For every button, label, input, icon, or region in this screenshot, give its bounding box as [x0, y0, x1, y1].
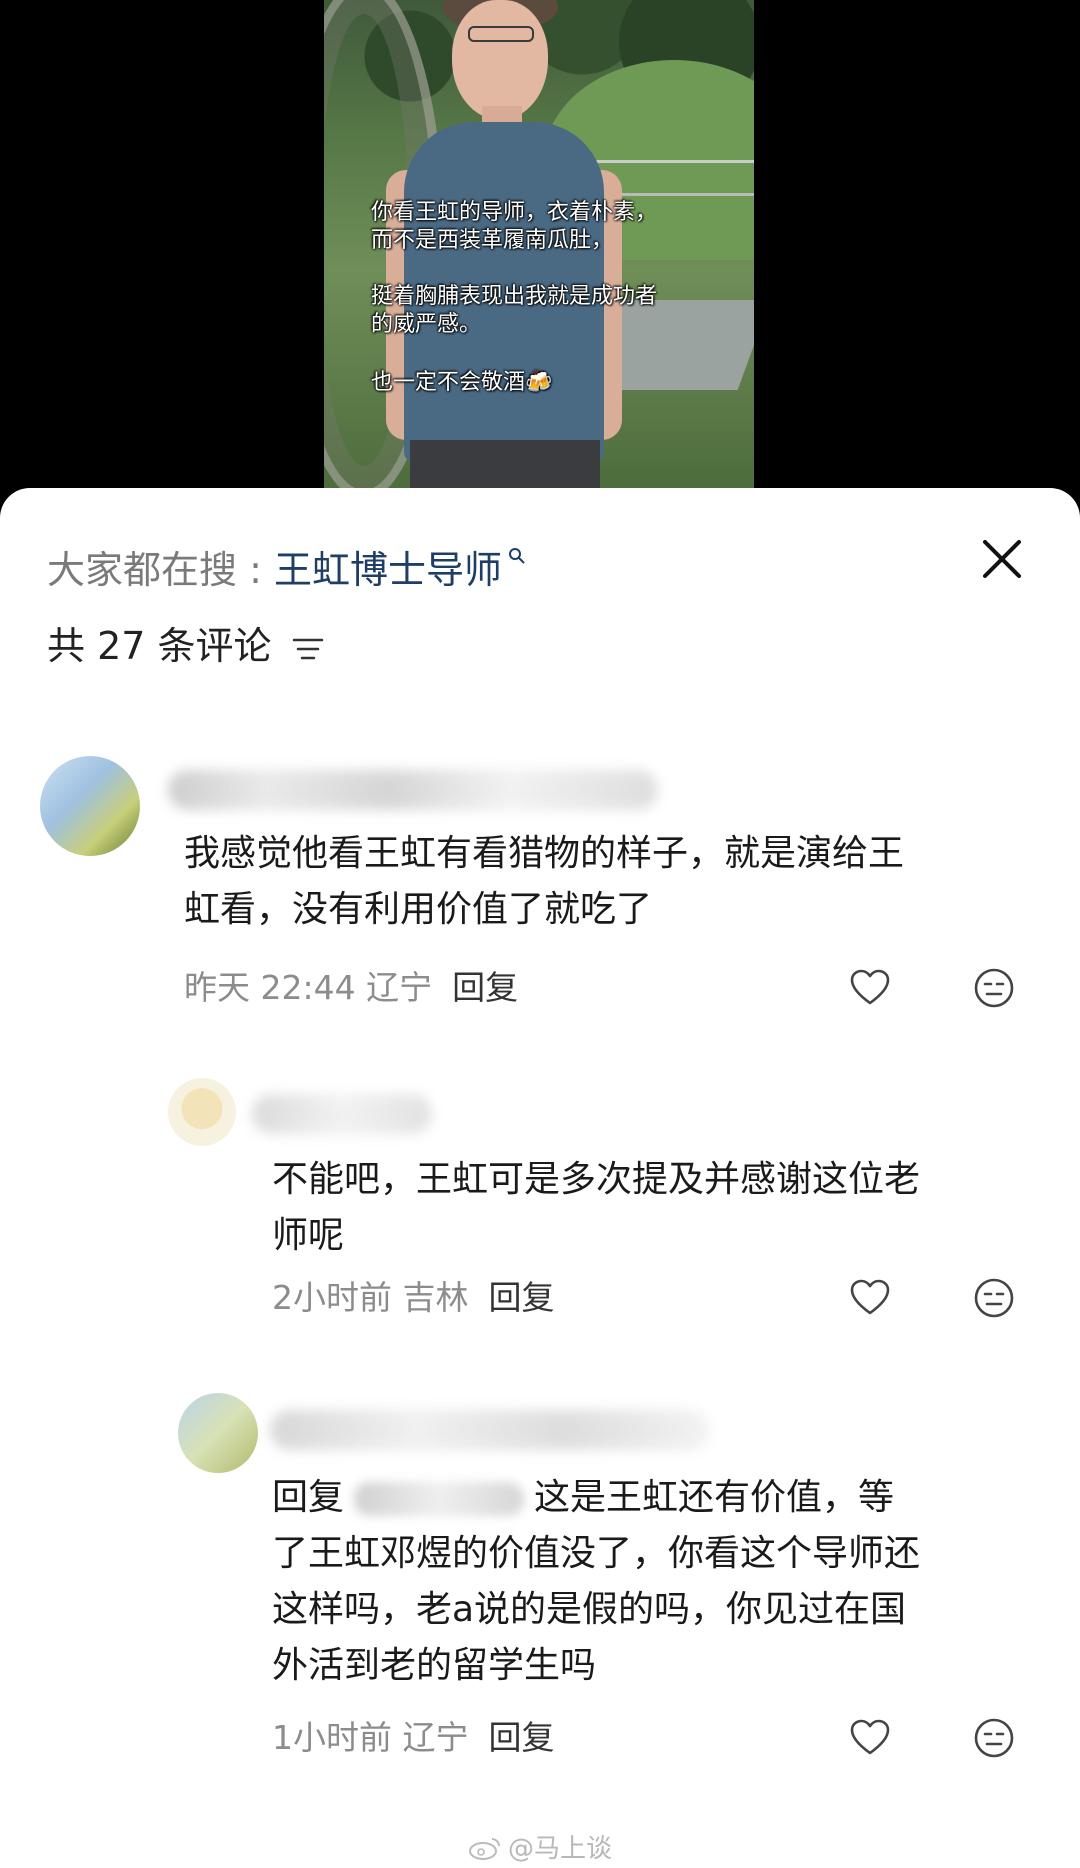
trending-search-term[interactable]: 王虹博士导师	[274, 548, 502, 592]
comment-line: 这样吗，老a说的是假的吗，你见过在国	[272, 1589, 907, 1630]
person-pants	[410, 440, 600, 490]
comment-line: 我感觉他看王虹有看猎物的样子，就是演给王	[184, 833, 905, 874]
comment-text[interactable]: 回复 这是王虹还有价值，等 了王虹邓煜的价值没了，你看这个导师还 这样吗，老a说的…	[272, 1470, 920, 1694]
heart-icon[interactable]	[848, 1276, 892, 1320]
comment-line: 回复 这是王虹还有价值，等	[272, 1470, 920, 1526]
username-redacted[interactable]	[252, 1094, 432, 1134]
video-caption-line: 也一定不会敬酒🍻	[371, 370, 553, 395]
video-background: 你看王虹的导师，衣着朴素， 而不是西装革履南瓜肚， 挺着胸脯表现出我就是成功者 …	[0, 0, 1080, 520]
comment-meta: 1小时前 辽宁 回复	[272, 1716, 555, 1760]
trending-search[interactable]: 大家都在搜 : 王虹博士导师	[47, 534, 526, 594]
reply-button[interactable]: 回复	[489, 1278, 555, 1317]
reply-button[interactable]: 回复	[489, 1718, 555, 1757]
mentioned-user-redacted[interactable]	[354, 1482, 525, 1516]
comment-line-text: 这是王虹还有价值，等	[534, 1477, 895, 1518]
reply-button[interactable]: 回复	[452, 968, 518, 1007]
comment-count: 共 27 条评论	[47, 624, 272, 668]
heart-icon[interactable]	[848, 966, 892, 1010]
close-icon[interactable]	[975, 532, 1029, 586]
neutral-face-icon[interactable]	[972, 1716, 1016, 1760]
comment-line: 了王虹邓煜的价值没了，你看这个导师还	[272, 1533, 921, 1574]
comment-timestamp-location: 2小时前 吉林	[272, 1278, 469, 1317]
comment-line: 外活到老的留学生吗	[272, 1645, 597, 1686]
weibo-logo-icon	[468, 1835, 502, 1861]
heart-icon[interactable]	[848, 1716, 892, 1760]
comment-line: 师呢	[272, 1215, 345, 1256]
avatar[interactable]	[178, 1393, 258, 1473]
video-caption-line: 你看王虹的导师，衣着朴素，	[371, 200, 658, 225]
video-caption-line: 而不是西装革履南瓜肚，	[371, 228, 614, 253]
watermark-text: @马上谈	[508, 1834, 613, 1864]
avatar[interactable]	[168, 1078, 236, 1146]
comment-meta: 昨天 22:44 辽宁 回复	[184, 966, 518, 1010]
neutral-face-icon[interactable]	[972, 1276, 1016, 1320]
comment-meta: 2小时前 吉林 回复	[272, 1276, 555, 1320]
comments-sheet: 大家都在搜 : 王虹博士导师 共 27 条评论 我感觉他看王虹有看猎物的样子，就…	[0, 488, 1080, 1868]
comment-line: 虹看，没有利用价值了就吃了	[184, 889, 653, 930]
video-caption-line: 的威严感。	[371, 312, 482, 337]
username-redacted[interactable]	[270, 1410, 710, 1450]
watermark: @马上谈	[468, 1828, 612, 1865]
comment-text[interactable]: 不能吧，王虹可是多次提及并感谢这位老 师呢	[272, 1152, 920, 1264]
search-icon	[502, 546, 526, 570]
reply-prefix: 回复	[272, 1477, 345, 1518]
person-head	[452, 0, 548, 120]
trending-search-prefix: 大家都在搜 :	[47, 548, 274, 592]
neutral-face-icon[interactable]	[972, 966, 1016, 1010]
video-caption-line: 挺着胸脯表现出我就是成功者	[371, 284, 658, 309]
comment-timestamp-location: 昨天 22:44 辽宁	[184, 968, 433, 1007]
username-redacted[interactable]	[168, 770, 658, 810]
sort-icon[interactable]	[292, 636, 324, 662]
avatar[interactable]	[40, 756, 140, 856]
comment-line: 不能吧，王虹可是多次提及并感谢这位老	[272, 1159, 921, 1200]
comment-timestamp-location: 1小时前 辽宁	[272, 1718, 469, 1757]
person-glasses	[468, 26, 534, 42]
comment-text[interactable]: 我感觉他看王虹有看猎物的样子，就是演给王 虹看，没有利用价值了就吃了	[184, 826, 904, 938]
